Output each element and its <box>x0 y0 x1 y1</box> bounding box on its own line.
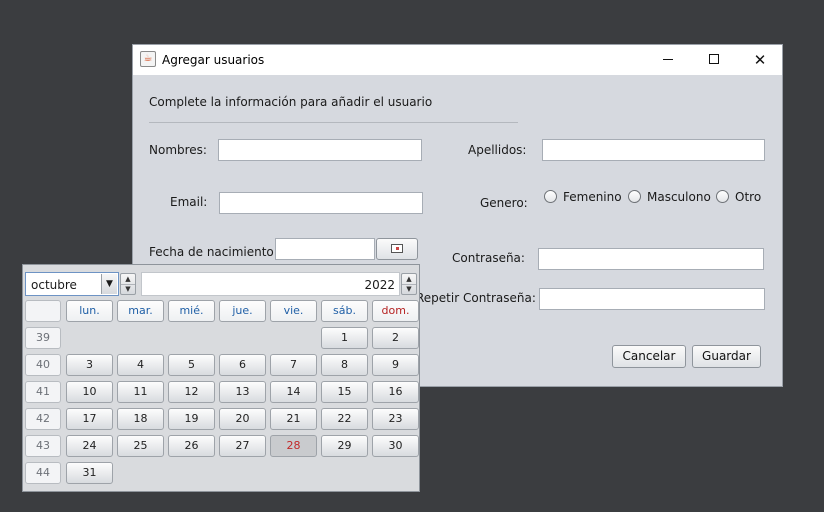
week-number: 43 <box>25 435 61 457</box>
day-button[interactable]: 25 <box>117 435 164 457</box>
radio-masculono-label: Masculono <box>647 190 711 204</box>
day-button[interactable]: 3 <box>66 354 113 376</box>
fecha-nacimiento-input[interactable] <box>275 238 375 260</box>
email-input[interactable] <box>219 192 423 214</box>
weekday-header: vie. <box>270 300 317 322</box>
date-picker-popup: octubre ▼ ▲ ▼ 2022 ▲ ▼ lun. mar. mié. jue. v… <box>22 264 420 492</box>
day-button[interactable]: 2 <box>372 327 419 349</box>
day-button[interactable]: 24 <box>66 435 113 457</box>
day-button[interactable]: 31 <box>66 462 113 484</box>
week-number: 41 <box>25 381 61 403</box>
repetir-contrasena-input[interactable] <box>539 288 765 310</box>
weekday-header: mié. <box>168 300 215 322</box>
save-button[interactable]: Guardar <box>692 345 761 368</box>
year-spinner[interactable]: ▲ ▼ <box>401 273 417 295</box>
calendar-button[interactable] <box>376 238 418 260</box>
cancel-button[interactable]: Cancelar <box>612 345 686 368</box>
spinner-down-icon[interactable]: ▼ <box>121 284 135 294</box>
title-bar: ☕ Agregar usuarios ✕ <box>133 45 782 75</box>
day-button[interactable]: 7 <box>270 354 317 376</box>
close-icon: ✕ <box>753 51 767 69</box>
weekday-header: lun. <box>66 300 113 322</box>
contrasena-input[interactable] <box>538 248 764 270</box>
year-value: 2022 <box>364 278 395 292</box>
chevron-down-icon[interactable]: ▼ <box>101 274 117 294</box>
radio-femenino-label: Femenino <box>563 190 622 204</box>
day-button[interactable]: 30 <box>372 435 419 457</box>
apellidos-input[interactable] <box>542 139 765 161</box>
radio-otro[interactable] <box>716 190 729 203</box>
day-button[interactable]: 5 <box>168 354 215 376</box>
nombres-label: Nombres: <box>149 143 207 157</box>
email-label: Email: <box>170 195 208 209</box>
month-value: octubre <box>31 278 77 292</box>
heading-separator <box>149 122 518 123</box>
day-button[interactable]: 8 <box>321 354 368 376</box>
day-button[interactable]: 16 <box>372 381 419 403</box>
radio-masculono[interactable] <box>628 190 641 203</box>
day-button[interactable]: 17 <box>66 408 113 430</box>
weekday-header: dom. <box>372 300 419 322</box>
day-button[interactable]: 18 <box>117 408 164 430</box>
day-button[interactable]: 14 <box>270 381 317 403</box>
year-input[interactable]: 2022 <box>141 272 400 296</box>
month-select[interactable]: octubre ▼ <box>25 272 119 296</box>
java-app-icon: ☕ <box>140 51 156 67</box>
week-number: 42 <box>25 408 61 430</box>
month-spinner[interactable]: ▲ ▼ <box>120 273 136 295</box>
close-button[interactable]: ✕ <box>737 45 783 75</box>
day-button[interactable]: 6 <box>219 354 266 376</box>
weekday-header: jue. <box>219 300 266 322</box>
form-heading: Complete la información para añadir el u… <box>149 95 433 109</box>
maximize-button[interactable] <box>691 45 737 75</box>
day-button[interactable]: 13 <box>219 381 266 403</box>
radio-femenino[interactable] <box>544 190 557 203</box>
minimize-icon <box>663 59 673 60</box>
calendar-icon <box>391 244 403 253</box>
day-button[interactable]: 1 <box>321 327 368 349</box>
day-button[interactable]: 9 <box>372 354 419 376</box>
week-number: 40 <box>25 354 61 376</box>
repetir-contrasena-label: Repetir Contraseña: <box>416 291 536 305</box>
day-button[interactable]: 29 <box>321 435 368 457</box>
maximize-icon <box>709 54 719 64</box>
day-button[interactable]: 4 <box>117 354 164 376</box>
nombres-input[interactable] <box>218 139 422 161</box>
apellidos-label: Apellidos: <box>468 143 527 157</box>
minimize-button[interactable] <box>645 45 691 75</box>
day-button[interactable]: 12 <box>168 381 215 403</box>
week-number: 44 <box>25 462 61 484</box>
day-button[interactable]: 21 <box>270 408 317 430</box>
day-button[interactable]: 20 <box>219 408 266 430</box>
week-number: 39 <box>25 327 61 349</box>
radio-otro-label: Otro <box>735 190 762 204</box>
spinner-down-icon[interactable]: ▼ <box>402 284 416 294</box>
weekday-header: sáb. <box>321 300 368 322</box>
weekday-header: mar. <box>117 300 164 322</box>
day-button[interactable]: 11 <box>117 381 164 403</box>
day-button[interactable]: 27 <box>219 435 266 457</box>
day-button[interactable]: 26 <box>168 435 215 457</box>
day-button[interactable]: 23 <box>372 408 419 430</box>
selected-day-button[interactable]: 28 <box>270 435 317 457</box>
calendar-corner <box>25 300 61 322</box>
day-button[interactable]: 19 <box>168 408 215 430</box>
day-button[interactable]: 15 <box>321 381 368 403</box>
contrasena-label: Contraseña: <box>452 251 525 265</box>
day-button[interactable]: 10 <box>66 381 113 403</box>
fecha-nacimiento-label: Fecha de nacimiento: <box>149 245 278 259</box>
window-title: Agregar usuarios <box>162 53 265 67</box>
genero-label: Genero: <box>480 196 528 210</box>
day-button[interactable]: 22 <box>321 408 368 430</box>
